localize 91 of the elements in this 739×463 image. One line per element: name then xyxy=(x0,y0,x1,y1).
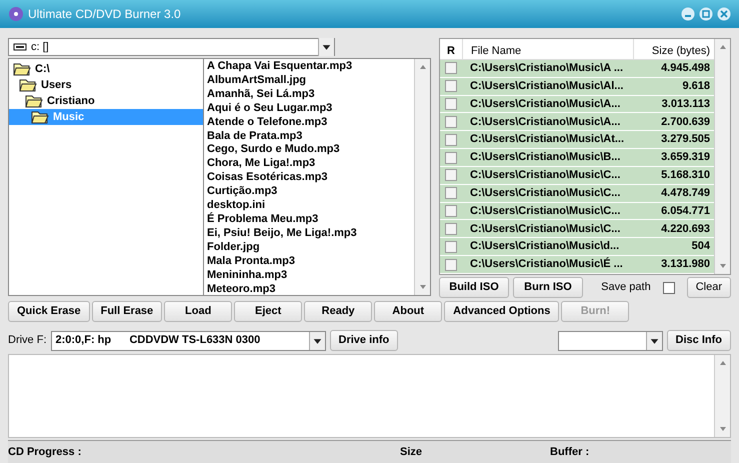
row-checkbox[interactable] xyxy=(445,62,457,74)
status-text: Size xyxy=(400,444,424,460)
file-item[interactable]: Cego, Surdo e Mudo.mp3 xyxy=(207,143,414,158)
file-item[interactable]: É Problema Meu.mp3 xyxy=(207,212,414,227)
table-cell-text: C:\Users\Cristiano\Music\C... xyxy=(469,186,622,201)
file-item[interactable]: AlbumArtSmall.jpg xyxy=(207,74,414,88)
action-button[interactable]: About xyxy=(374,301,442,322)
row-checkbox[interactable] xyxy=(445,240,457,253)
disc-info-button[interactable]: Disc Info xyxy=(666,330,731,351)
scrollbar[interactable] xyxy=(714,39,730,274)
table-cell-text: 9.618 xyxy=(681,78,711,94)
file-item[interactable]: Atende o Telefone.mp3 xyxy=(207,116,414,130)
file-item[interactable]: Folder.jpg xyxy=(207,240,414,255)
table-cell-text: 504 xyxy=(690,239,711,254)
folder-icon xyxy=(19,78,37,92)
drive-info-button[interactable]: Drive info xyxy=(330,330,398,351)
action-button[interactable]: Load xyxy=(164,301,232,322)
row-checkbox[interactable] xyxy=(445,80,457,92)
clear-button[interactable]: Clear xyxy=(686,277,731,298)
table-cell-text: C:\Users\Cristiano\Music\B... xyxy=(469,150,622,166)
status-text: CD Progress : xyxy=(8,444,82,460)
action-button[interactable]: Eject xyxy=(234,301,302,322)
table-cell-text: 3.659.319 xyxy=(660,150,711,166)
action-button[interactable]: Ready xyxy=(304,301,372,322)
table-cell-text: C:\Users\Cristiano\Music\d... xyxy=(469,239,620,254)
scrollbar[interactable] xyxy=(714,355,730,437)
folder-icon xyxy=(31,110,49,124)
tree-item[interactable]: Cristiano xyxy=(9,93,203,109)
row-checkbox[interactable] xyxy=(445,258,457,271)
file-item[interactable]: Curtição.mp3 xyxy=(207,185,414,200)
table-cell-text: C:\Users\Cristiano\Music\É ... xyxy=(469,256,624,272)
folder-icon xyxy=(25,94,43,108)
action-button[interactable]: Full Erase xyxy=(92,301,162,322)
action-button[interactable]: Quick Erase xyxy=(8,301,90,322)
table-cell-text: C:\Users\Cristiano\Music\C... xyxy=(469,204,622,219)
row-checkbox[interactable] xyxy=(445,134,457,146)
row-checkbox[interactable] xyxy=(445,116,457,128)
table-cell-text: 2.700.639 xyxy=(660,114,711,130)
tree-item[interactable]: C:\ xyxy=(9,61,203,77)
file-item[interactable]: Ei, Psiu! Beijo, Me Liga!.mp3 xyxy=(207,226,414,241)
table-cell-text: C:\Users\Cristiano\Music\A ... xyxy=(469,61,624,76)
table-cell-text: 4.478.749 xyxy=(660,186,711,201)
action-button[interactable]: Advanced Options xyxy=(444,301,560,322)
file-item[interactable]: A Chapa Vai Esquentar.mp3 xyxy=(207,60,414,74)
save-path-label: Save path xyxy=(601,280,651,296)
scrollbar[interactable] xyxy=(414,59,430,295)
row-checkbox[interactable] xyxy=(445,222,457,235)
save-path-checkbox[interactable] xyxy=(662,282,675,294)
minimize-icon[interactable] xyxy=(681,7,695,21)
table-cell-text: 3.279.505 xyxy=(660,132,711,148)
table-cell-text: 4.220.693 xyxy=(660,222,711,237)
table-cell-text: 3.131.980 xyxy=(660,257,711,272)
table-cell-text: C:\Users\Cristiano\Music\Al... xyxy=(469,78,624,94)
table-cell-text: C:\Users\Cristiano\Music\C... xyxy=(469,168,622,184)
close-icon[interactable] xyxy=(717,7,731,21)
table-cell-text: 5.168.310 xyxy=(660,168,711,184)
file-item[interactable]: Aqui é o Seu Lugar.mp3 xyxy=(207,102,414,116)
iso-button[interactable]: Build ISO xyxy=(439,277,509,298)
row-checkbox[interactable] xyxy=(445,98,457,110)
table-cell-text: C:\Users\Cristiano\Music\At... xyxy=(469,132,626,148)
table-cell-text: 6.054.771 xyxy=(660,204,711,219)
tree-item[interactable]: Users xyxy=(9,77,203,93)
iso-button[interactable]: Burn ISO xyxy=(513,277,583,298)
column-header[interactable]: R xyxy=(440,39,462,59)
row-checkbox[interactable] xyxy=(445,169,457,182)
file-item[interactable]: Meteoro.mp3 xyxy=(207,282,414,295)
window-title: Ultimate CD/DVD Burner 3.0 xyxy=(28,6,182,23)
file-item[interactable]: Coisas Esotéricas.mp3 xyxy=(207,171,414,186)
drive-icon xyxy=(13,42,27,52)
file-item[interactable]: Menininha.mp3 xyxy=(207,268,414,282)
row-checkbox[interactable] xyxy=(445,187,457,200)
file-item[interactable]: Mala Pronta.mp3 xyxy=(207,254,414,269)
row-checkbox[interactable] xyxy=(445,205,457,218)
drive-dropdown[interactable]: c: [] xyxy=(8,38,335,56)
file-item[interactable]: desktop.ini xyxy=(207,199,414,213)
file-item[interactable]: Bala de Prata.mp3 xyxy=(207,130,414,144)
status-text: Buffer : xyxy=(550,444,590,460)
file-item[interactable]: Chora, Me Liga!.mp3 xyxy=(207,157,414,172)
folder-icon xyxy=(13,62,31,76)
disc-icon xyxy=(8,6,24,22)
column-header[interactable]: File Name xyxy=(462,39,633,59)
table-cell-text: C:\Users\Cristiano\Music\A... xyxy=(469,96,622,112)
table-cell-text: C:\Users\Cristiano\Music\A... xyxy=(469,114,622,130)
table-cell-text: C:\Users\Cristiano\Music\C... xyxy=(469,222,622,237)
table-cell-text: 4.945.498 xyxy=(660,61,711,76)
file-item[interactable]: Amanhã, Sei Lá.mp3 xyxy=(207,88,414,102)
row-checkbox[interactable] xyxy=(445,152,457,164)
drive-select[interactable]: 2:0:0,F: hp CDDVDW TS-L633N 0300 xyxy=(50,330,326,350)
maximize-icon[interactable] xyxy=(699,7,713,21)
drive-label: Drive F: xyxy=(8,333,46,348)
table-cell-text: 3.013.113 xyxy=(660,96,711,112)
